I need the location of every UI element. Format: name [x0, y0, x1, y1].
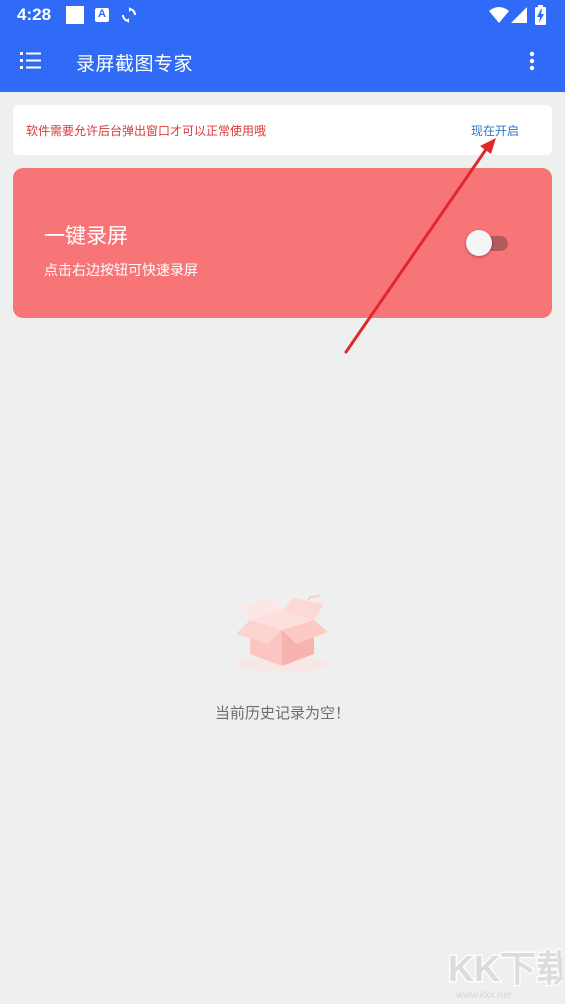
screen: 4:28 A 录屏截图专家 软件需要允许后台弹出窗口才可以正常使用哦 现在开启 …	[0, 0, 565, 1004]
record-card-subtitle: 点击右边按钮可快速录屏	[44, 263, 198, 279]
permission-notice-card: 软件需要允许后台弹出窗口才可以正常使用哦 现在开启	[13, 105, 552, 155]
empty-box-icon	[230, 592, 334, 678]
enable-now-link[interactable]: 现在开启	[471, 122, 519, 139]
signal-icon	[511, 7, 527, 27]
app-title: 录屏截图专家	[76, 53, 194, 75]
permission-notice-text: 软件需要允许后台弹出窗口才可以正常使用哦	[26, 124, 267, 138]
empty-history-message: 当前历史记录为空！	[214, 704, 350, 722]
wifi-icon	[489, 7, 509, 27]
status-time: 4:28	[17, 5, 52, 24]
kk-download-watermark-logo: KK下载 KK下载	[446, 945, 565, 993]
notification-square-icon	[66, 6, 84, 24]
record-toggle-switch[interactable]	[466, 230, 508, 256]
a-letter-icon-glyph: A	[98, 8, 106, 20]
watermark-url: www.kkx.net	[456, 990, 512, 1001]
app-bar: 录屏截图专家	[0, 32, 565, 92]
sync-icon	[121, 7, 137, 27]
status-bar: 4:28 A	[0, 0, 565, 32]
battery-charging-icon	[535, 5, 546, 29]
more-vert-icon[interactable]	[529, 51, 535, 75]
toggle-thumb	[466, 230, 492, 256]
menu-list-icon[interactable]	[20, 52, 42, 74]
a-letter-icon: A	[95, 8, 109, 22]
record-card-title: 一键录屏	[44, 224, 128, 248]
one-click-record-card: 一键录屏 点击右边按钮可快速录屏	[13, 168, 552, 318]
watermark-logo-text: KK下载	[448, 948, 562, 989]
